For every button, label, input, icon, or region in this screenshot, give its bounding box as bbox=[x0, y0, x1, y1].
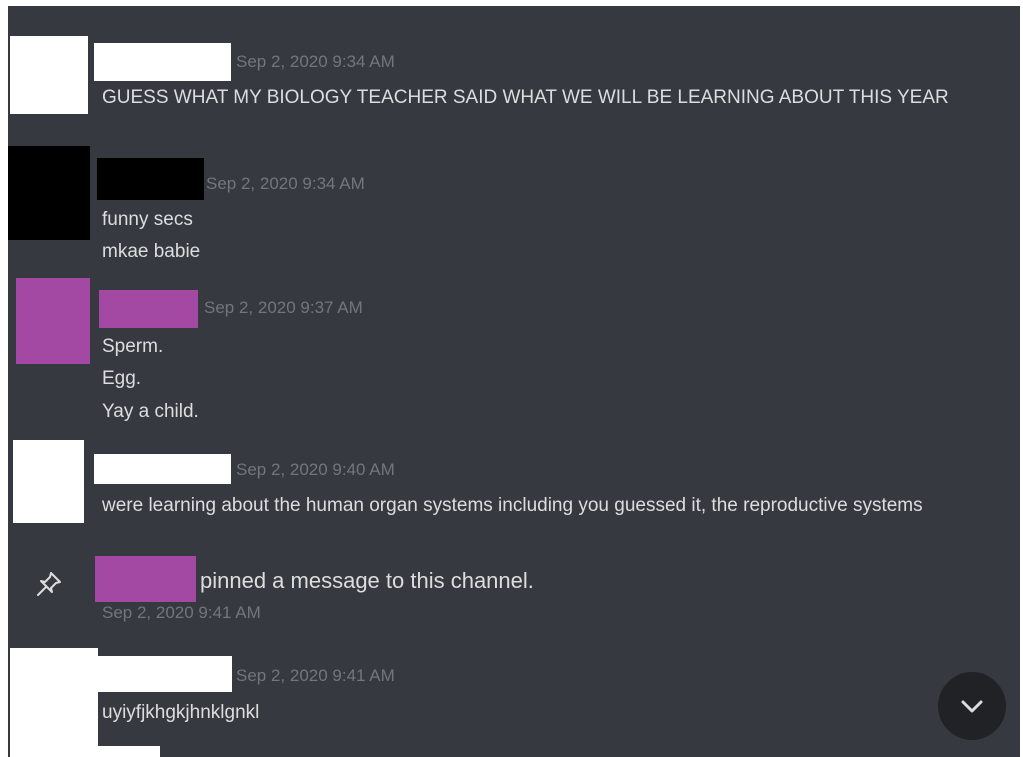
message-timestamp: Sep 2, 2020 9:40 AM bbox=[236, 460, 395, 479]
username[interactable] bbox=[94, 454, 231, 484]
username bbox=[98, 746, 160, 757]
chat-message-list[interactable]: Sep 2, 2020 9:34 AM GUESS WHAT MY BIOLOG… bbox=[8, 6, 1020, 757]
message-content: Sperm. bbox=[102, 336, 164, 357]
message-timestamp: Sep 2, 2020 9:37 AM bbox=[204, 298, 363, 317]
username[interactable] bbox=[97, 158, 204, 200]
username[interactable] bbox=[98, 656, 232, 692]
avatar[interactable] bbox=[13, 440, 84, 523]
message-content: mkae babie bbox=[102, 241, 201, 262]
message-content: uyiyfjkhgkjhnklgnkl bbox=[102, 702, 260, 723]
avatar[interactable] bbox=[10, 36, 88, 114]
message-timestamp: Sep 2, 2020 9:34 AM bbox=[236, 52, 395, 71]
message-content: GUESS WHAT MY BIOLOGY TEACHER SAID WHAT … bbox=[102, 87, 949, 108]
message-content: Yay a child. bbox=[102, 401, 199, 422]
message-timestamp: Sep 2, 2020 9:41 AM bbox=[236, 666, 395, 685]
chevron-down-icon bbox=[961, 700, 983, 713]
username[interactable] bbox=[95, 556, 196, 602]
avatar[interactable] bbox=[10, 648, 98, 757]
system-message-text: pinned a message to this channel. bbox=[200, 568, 534, 593]
jump-to-present-button[interactable] bbox=[938, 672, 1006, 740]
pin-icon bbox=[37, 572, 61, 596]
avatar[interactable] bbox=[16, 278, 90, 364]
message-timestamp: Sep 2, 2020 9:34 AM bbox=[206, 174, 365, 193]
username[interactable] bbox=[94, 43, 231, 81]
message-content: were learning about the human organ syst… bbox=[102, 495, 923, 516]
username[interactable] bbox=[99, 290, 198, 328]
avatar[interactable] bbox=[8, 146, 90, 240]
system-message-timestamp: Sep 2, 2020 9:41 AM bbox=[102, 603, 261, 622]
message-content: funny secs bbox=[102, 209, 193, 230]
message-content: Egg. bbox=[102, 368, 142, 389]
